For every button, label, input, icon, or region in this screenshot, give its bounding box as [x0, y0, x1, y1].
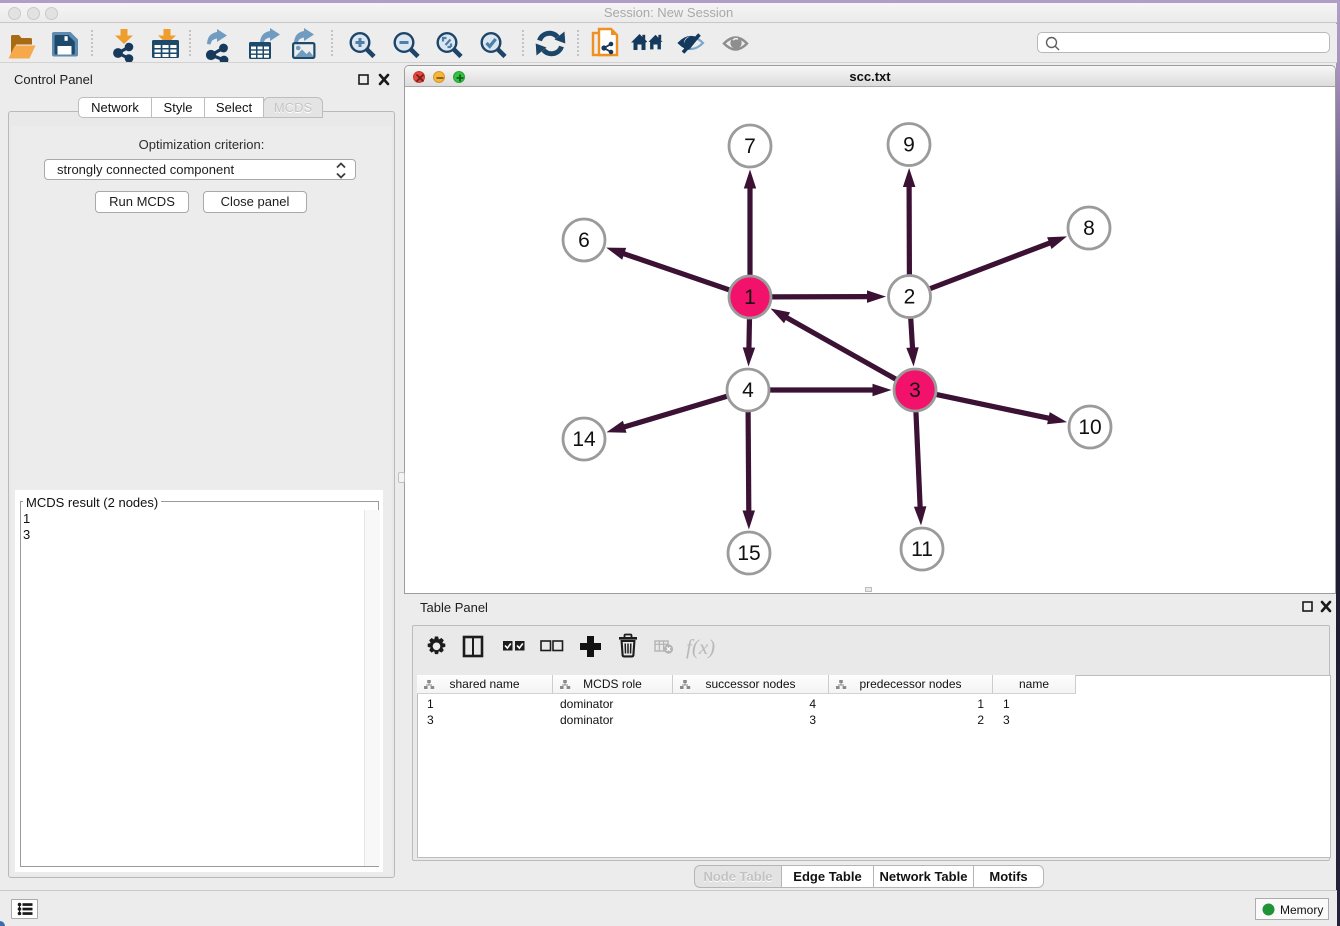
svg-text:1: 1 — [744, 286, 756, 309]
svg-text:14: 14 — [572, 428, 596, 451]
svg-text:f(x): f(x) — [686, 635, 715, 659]
svg-text:3: 3 — [909, 379, 921, 402]
svg-text:7: 7 — [744, 135, 756, 158]
svg-text:11: 11 — [911, 538, 933, 561]
svg-text:15: 15 — [737, 542, 760, 565]
svg-text:10: 10 — [1078, 416, 1101, 439]
svg-text:4: 4 — [742, 379, 754, 402]
svg-text:8: 8 — [1083, 217, 1095, 240]
svg-text:2: 2 — [904, 286, 916, 309]
svg-text:9: 9 — [903, 134, 915, 157]
svg-text:6: 6 — [578, 229, 590, 252]
